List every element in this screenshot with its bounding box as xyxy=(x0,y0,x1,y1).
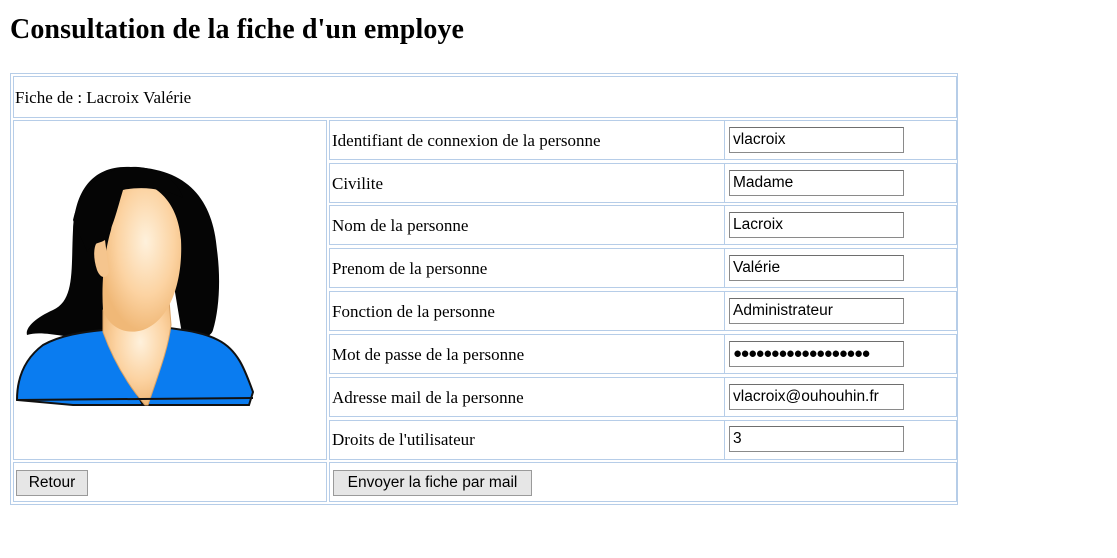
field-label-fonction: Fonction de la personne xyxy=(332,302,495,321)
password-input[interactable]: ●●●●●●●●●●●●●●●●●● xyxy=(729,341,904,367)
field-label-prenom: Prenom de la personne xyxy=(332,259,488,278)
female-user-avatar-icon xyxy=(15,166,255,406)
page-title: Consultation de la fiche d'un employe xyxy=(10,14,465,45)
field-label-password: Mot de passe de la personne xyxy=(332,345,525,364)
field-label-cell xyxy=(329,163,725,203)
card-header: Fiche de : Lacroix Valérie xyxy=(15,88,192,107)
droits-input[interactable]: 3 xyxy=(729,426,904,452)
field-label-email: Adresse mail de la personne xyxy=(332,388,524,407)
field-label-civilite: Civilite xyxy=(332,174,383,193)
login-input[interactable]: vlacroix xyxy=(729,127,904,153)
email-input[interactable]: vlacroix@ouhouhin.fr xyxy=(729,384,904,410)
nom-input[interactable]: Lacroix xyxy=(729,212,904,238)
field-label-login: Identifiant de connexion de la personne xyxy=(332,131,601,150)
field-label-droits: Droits de l'utilisateur xyxy=(332,430,475,449)
send-mail-button[interactable]: Envoyer la fiche par mail xyxy=(333,470,532,496)
back-button[interactable]: Retour xyxy=(16,470,88,496)
civilite-input[interactable]: Madame xyxy=(729,170,904,196)
prenom-input[interactable]: Valérie xyxy=(729,255,904,281)
field-label-nom: Nom de la personne xyxy=(332,216,469,235)
fonction-input[interactable]: Administrateur xyxy=(729,298,904,324)
